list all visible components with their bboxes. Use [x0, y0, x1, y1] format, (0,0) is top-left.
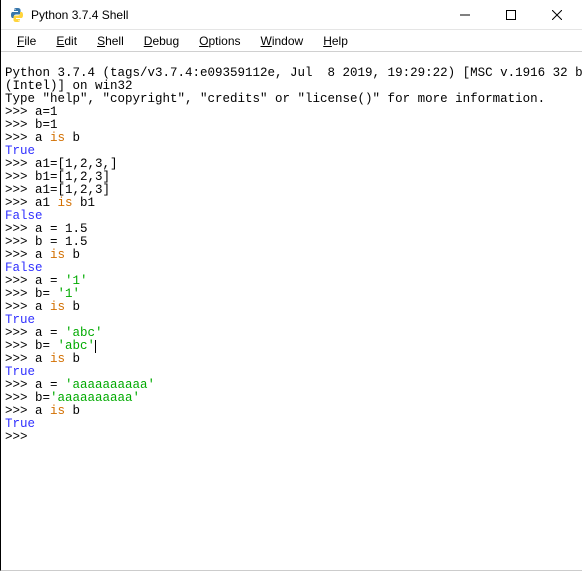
menu-edit[interactable]: Edit	[46, 32, 87, 50]
prompt: >>>	[5, 300, 35, 314]
output: False	[5, 261, 43, 275]
code: b	[65, 352, 80, 366]
prompt: >>>	[5, 131, 35, 145]
code: a	[35, 248, 50, 262]
menu-shell[interactable]: Shell	[87, 32, 134, 50]
output: True	[5, 144, 35, 158]
code: b = 1.5	[35, 235, 88, 249]
code: a1	[35, 196, 58, 210]
keyword-is: is	[50, 404, 65, 418]
banner-line: Type "help", "copyright", "credits" or "…	[5, 92, 545, 106]
prompt: >>>	[5, 287, 35, 301]
shell-text-area[interactable]: Python 3.7.4 (tags/v3.7.4:e09359112e, Ju…	[1, 52, 582, 446]
menu-help[interactable]: Help	[313, 32, 358, 50]
prompt: >>>	[5, 248, 35, 262]
code: b	[65, 404, 80, 418]
code: a	[35, 131, 50, 145]
code: b=	[35, 287, 58, 301]
keyword-is: is	[50, 131, 65, 145]
code: b=1	[35, 118, 58, 132]
code: b	[65, 248, 80, 262]
string: 'aaaaaaaaaa'	[65, 378, 155, 392]
output: True	[5, 313, 35, 327]
prompt: >>>	[5, 183, 35, 197]
code: a=1	[35, 105, 58, 119]
string: 'abc'	[65, 326, 103, 340]
string: 'aaaaaaaaaa'	[50, 391, 140, 405]
banner-line: (Intel)] on win32	[5, 79, 133, 93]
titlebar: Python 3.7.4 Shell	[1, 0, 582, 30]
prompt: >>>	[5, 196, 35, 210]
code: a =	[35, 326, 65, 340]
prompt: >>>	[5, 378, 35, 392]
window-controls	[442, 0, 580, 30]
code: a = 1.5	[35, 222, 88, 236]
menu-options[interactable]: Options	[189, 32, 250, 50]
code: a	[35, 352, 50, 366]
prompt: >>>	[5, 430, 35, 444]
prompt: >>>	[5, 352, 35, 366]
prompt: >>>	[5, 339, 35, 353]
maximize-button[interactable]	[488, 0, 534, 30]
code: b	[65, 300, 80, 314]
output: True	[5, 417, 35, 431]
keyword-is: is	[50, 352, 65, 366]
prompt: >>>	[5, 274, 35, 288]
keyword-is: is	[50, 300, 65, 314]
window-title: Python 3.7.4 Shell	[31, 8, 442, 22]
keyword-is: is	[58, 196, 73, 210]
keyword-is: is	[50, 248, 65, 262]
code: a =	[35, 274, 65, 288]
code: b=	[35, 391, 50, 405]
menu-window[interactable]: Window	[251, 32, 314, 50]
prompt: >>>	[5, 326, 35, 340]
prompt: >>>	[5, 222, 35, 236]
menu-debug[interactable]: Debug	[134, 32, 189, 50]
output: False	[5, 209, 43, 223]
prompt: >>>	[5, 391, 35, 405]
prompt: >>>	[5, 118, 35, 132]
prompt: >>>	[5, 157, 35, 171]
minimize-button[interactable]	[442, 0, 488, 30]
code: a1=[1,2,3]	[35, 183, 110, 197]
code: a =	[35, 378, 65, 392]
prompt: >>>	[5, 235, 35, 249]
banner-line: Python 3.7.4 (tags/v3.7.4:e09359112e, Ju…	[5, 66, 582, 80]
code: b1=[1,2,3]	[35, 170, 110, 184]
code: b=	[35, 339, 58, 353]
prompt: >>>	[5, 404, 35, 418]
close-button[interactable]	[534, 0, 580, 30]
menubar: File Edit Shell Debug Options Window Hel…	[1, 30, 582, 52]
menu-file[interactable]: File	[7, 32, 46, 50]
python-icon	[9, 7, 25, 23]
output: True	[5, 365, 35, 379]
prompt: >>>	[5, 170, 35, 184]
prompt: >>>	[5, 105, 35, 119]
code: b1	[73, 196, 96, 210]
string: '1'	[58, 287, 81, 301]
code: a	[35, 300, 50, 314]
string: 'abc'	[58, 339, 97, 353]
code: a1=[1,2,3,]	[35, 157, 118, 171]
string: '1'	[65, 274, 88, 288]
code: a	[35, 404, 50, 418]
code: b	[65, 131, 80, 145]
